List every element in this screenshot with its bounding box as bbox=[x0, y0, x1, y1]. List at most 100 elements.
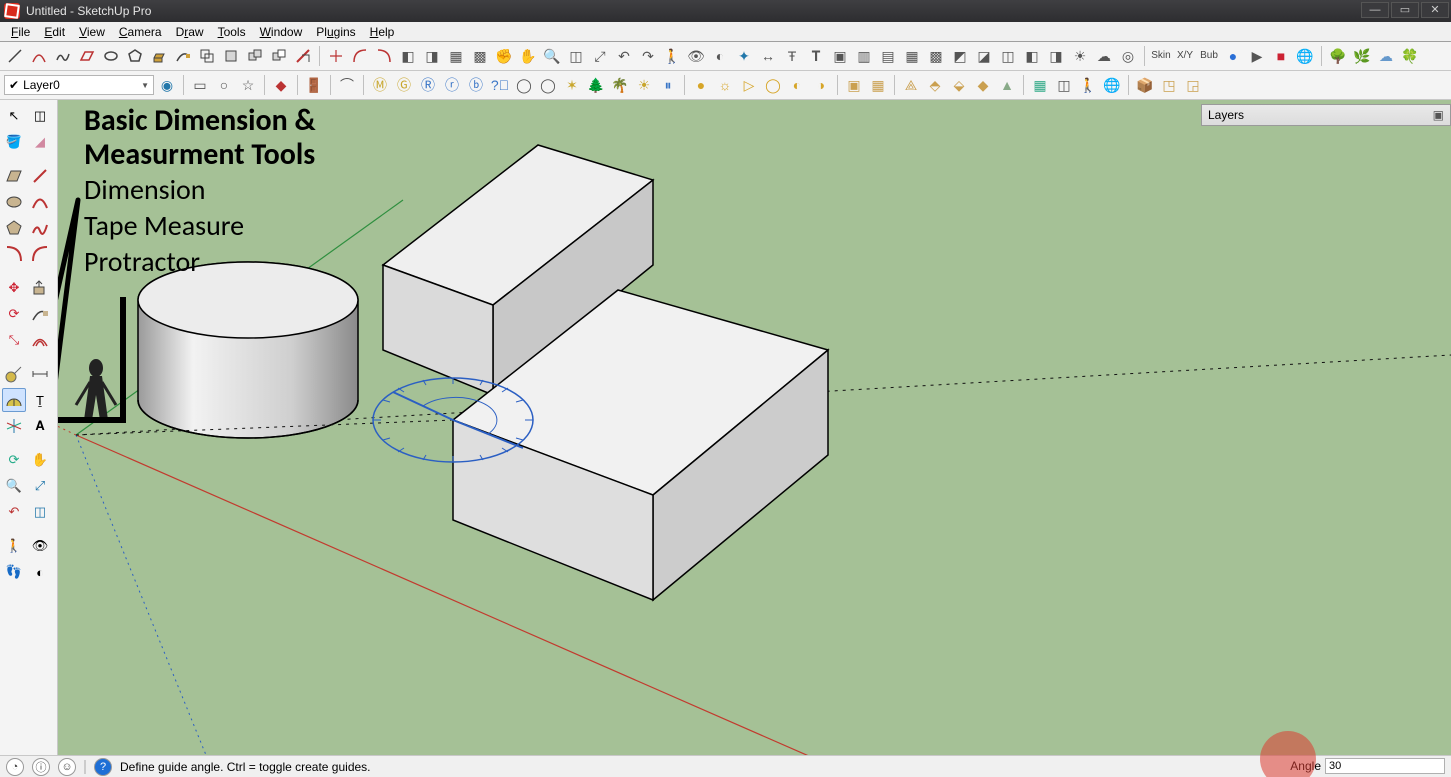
tool-3dtext-icon[interactable]: 𝐓 bbox=[805, 45, 827, 67]
panel-expand-icon[interactable]: ▣ bbox=[1433, 108, 1444, 122]
plugin-sun-icon[interactable]: ☀ bbox=[633, 74, 655, 96]
plugin-door-icon[interactable]: 🚪 bbox=[303, 74, 325, 96]
tool-arc-icon[interactable] bbox=[28, 45, 50, 67]
tape-measure-tool-icon[interactable] bbox=[2, 362, 26, 386]
cube2-icon[interactable]: ▦ bbox=[867, 74, 889, 96]
layer-manager-icon[interactable]: ◉ bbox=[156, 74, 178, 96]
menu-window[interactable]: Window bbox=[253, 23, 310, 41]
status-geo-icon[interactable]: ⓘ bbox=[32, 758, 50, 776]
menu-draw[interactable]: Draw bbox=[169, 23, 211, 41]
plugin-bub-icon[interactable]: Bub bbox=[1198, 45, 1220, 67]
tool-walk-icon[interactable]: 🚶 bbox=[661, 45, 683, 67]
followme-tool-icon[interactable] bbox=[28, 302, 52, 326]
scale-tool-icon[interactable]: ⤡ bbox=[2, 328, 26, 352]
tool-dimension-icon[interactable]: ↔ bbox=[757, 45, 779, 67]
group-icon[interactable]: ○ bbox=[213, 74, 235, 96]
zoom-tool-icon[interactable]: 🔍 bbox=[2, 474, 26, 498]
tool-next-icon[interactable]: ↷ bbox=[637, 45, 659, 67]
text-tool-icon[interactable]: Ṯ bbox=[28, 388, 52, 412]
tool-arc3-icon[interactable] bbox=[373, 45, 395, 67]
layers-panel[interactable]: Layers ▣ bbox=[1201, 104, 1451, 126]
tool-sandbox3-icon[interactable]: ▦ bbox=[445, 45, 467, 67]
round-o1-icon[interactable]: ◯ bbox=[513, 74, 535, 96]
plant-bush-icon[interactable]: 🍀 bbox=[1399, 45, 1421, 67]
light-1-icon[interactable]: ● bbox=[690, 74, 712, 96]
tool-zoom-window-icon[interactable]: ◫ bbox=[565, 45, 587, 67]
plant-tree-icon[interactable]: 🌳 bbox=[1327, 45, 1349, 67]
view-right-icon[interactable]: ◧ bbox=[1021, 45, 1043, 67]
window-close-button[interactable]: ✕ bbox=[1421, 2, 1449, 18]
tool-zoom-icon[interactable]: 🔍 bbox=[541, 45, 563, 67]
window-minimize-button[interactable]: — bbox=[1361, 2, 1389, 18]
dimension-tool-icon[interactable] bbox=[28, 362, 52, 386]
style-hidden-icon[interactable]: ▤ bbox=[877, 45, 899, 67]
tool-previous-icon[interactable]: ↶ bbox=[613, 45, 635, 67]
tool-orbit-icon[interactable]: ✊ bbox=[493, 45, 515, 67]
paint-bucket-icon[interactable]: 🪣 bbox=[2, 130, 26, 154]
tool-sandbox4-icon[interactable]: ▩ bbox=[469, 45, 491, 67]
arc-tool-icon[interactable] bbox=[28, 190, 52, 214]
menu-camera[interactable]: Camera bbox=[112, 23, 169, 41]
freehand-tool-icon[interactable] bbox=[28, 216, 52, 240]
tool-sandbox1-icon[interactable]: ◧ bbox=[397, 45, 419, 67]
plugin-play-icon[interactable]: ▶ bbox=[1246, 45, 1268, 67]
layer-name-input[interactable] bbox=[23, 78, 137, 92]
light-2-icon[interactable]: ☼ bbox=[714, 74, 736, 96]
plugin-skin-icon[interactable]: Skin bbox=[1150, 45, 1172, 67]
status-user-icon[interactable]: ☺ bbox=[58, 758, 76, 776]
style-texture-icon[interactable]: ▩ bbox=[925, 45, 947, 67]
protractor-tool-icon[interactable] bbox=[2, 388, 26, 412]
plugin-xy-icon[interactable]: X/Y bbox=[1174, 45, 1196, 67]
plugin-red-icon[interactable]: ◆ bbox=[270, 74, 292, 96]
menu-file[interactable]: File bbox=[4, 23, 37, 41]
favorite-icon[interactable]: ☆ bbox=[237, 74, 259, 96]
zoom-previous-tool-icon[interactable]: ↶ bbox=[2, 500, 26, 524]
light-5-icon[interactable]: ◐ bbox=[786, 74, 808, 96]
light-3-icon[interactable]: ▷ bbox=[738, 74, 760, 96]
round-br-icon[interactable]: ⓑ bbox=[465, 74, 487, 96]
round-rt-icon[interactable]: ⓡ bbox=[441, 74, 463, 96]
menu-help[interactable]: Help bbox=[363, 23, 402, 41]
tool-text-icon[interactable]: Ŧ bbox=[781, 45, 803, 67]
plugin-pause-icon[interactable]: ⏸ bbox=[657, 74, 679, 96]
status-help-icon[interactable]: ? bbox=[94, 758, 112, 776]
plugin-tree2-icon[interactable]: 🌲 bbox=[585, 74, 607, 96]
view-back-icon[interactable]: ◨ bbox=[1045, 45, 1067, 67]
style-wire-icon[interactable]: ▥ bbox=[853, 45, 875, 67]
light-6-icon[interactable]: ◑ bbox=[810, 74, 832, 96]
plugin-stop-icon[interactable]: ■ bbox=[1270, 45, 1292, 67]
light-4-icon[interactable]: ◯ bbox=[762, 74, 784, 96]
tool-zoom-extents-icon[interactable]: ⤢ bbox=[589, 45, 611, 67]
position-camera-tool-icon[interactable]: 🚶 bbox=[2, 534, 26, 558]
window-maximize-button[interactable]: ▭ bbox=[1391, 2, 1419, 18]
circle-tool-icon[interactable] bbox=[2, 190, 26, 214]
box2-icon[interactable]: ◳ bbox=[1158, 74, 1180, 96]
tool-axes-icon[interactable]: ✦ bbox=[733, 45, 755, 67]
tool-line-icon[interactable] bbox=[4, 45, 26, 67]
globe2-icon[interactable]: 🌐 bbox=[1101, 74, 1123, 96]
rectangle-tool-icon[interactable] bbox=[2, 164, 26, 188]
3dtext-tool-icon[interactable]: 𝐀 bbox=[28, 414, 52, 438]
roof2-icon[interactable]: ⬘ bbox=[924, 74, 946, 96]
rotate-tool-icon[interactable]: ⟳ bbox=[2, 302, 26, 326]
menu-plugins[interactable]: Plugins bbox=[309, 23, 362, 41]
plugin-palm-icon[interactable]: 🌴 bbox=[609, 74, 631, 96]
zoom-window-tool-icon[interactable]: ◫ bbox=[28, 500, 52, 524]
tool-split-icon[interactable] bbox=[325, 45, 347, 67]
layer-combo[interactable]: ✔ ▼ bbox=[4, 75, 154, 95]
round-q-icon[interactable]: ?⃝ bbox=[489, 74, 511, 96]
tool-followme-icon[interactable] bbox=[172, 45, 194, 67]
round-r-icon[interactable]: Ⓡ bbox=[417, 74, 439, 96]
view-top-icon[interactable]: ◪ bbox=[973, 45, 995, 67]
cube1-icon[interactable]: ▣ bbox=[843, 74, 865, 96]
roof5-icon[interactable]: ▲ bbox=[996, 74, 1018, 96]
zoom-extents-tool-icon[interactable]: ⤢ bbox=[28, 474, 52, 498]
tool-sandbox2-icon[interactable]: ◨ bbox=[421, 45, 443, 67]
plugin-1-icon[interactable]: ● bbox=[1222, 45, 1244, 67]
arc2-tool-icon[interactable] bbox=[2, 242, 26, 266]
menu-edit[interactable]: Edit bbox=[37, 23, 72, 41]
component-icon[interactable]: ▭ bbox=[189, 74, 211, 96]
person-icon[interactable]: 🚶 bbox=[1077, 74, 1099, 96]
menu-tools[interactable]: Tools bbox=[211, 23, 253, 41]
tool-pan-icon[interactable]: ✋ bbox=[517, 45, 539, 67]
